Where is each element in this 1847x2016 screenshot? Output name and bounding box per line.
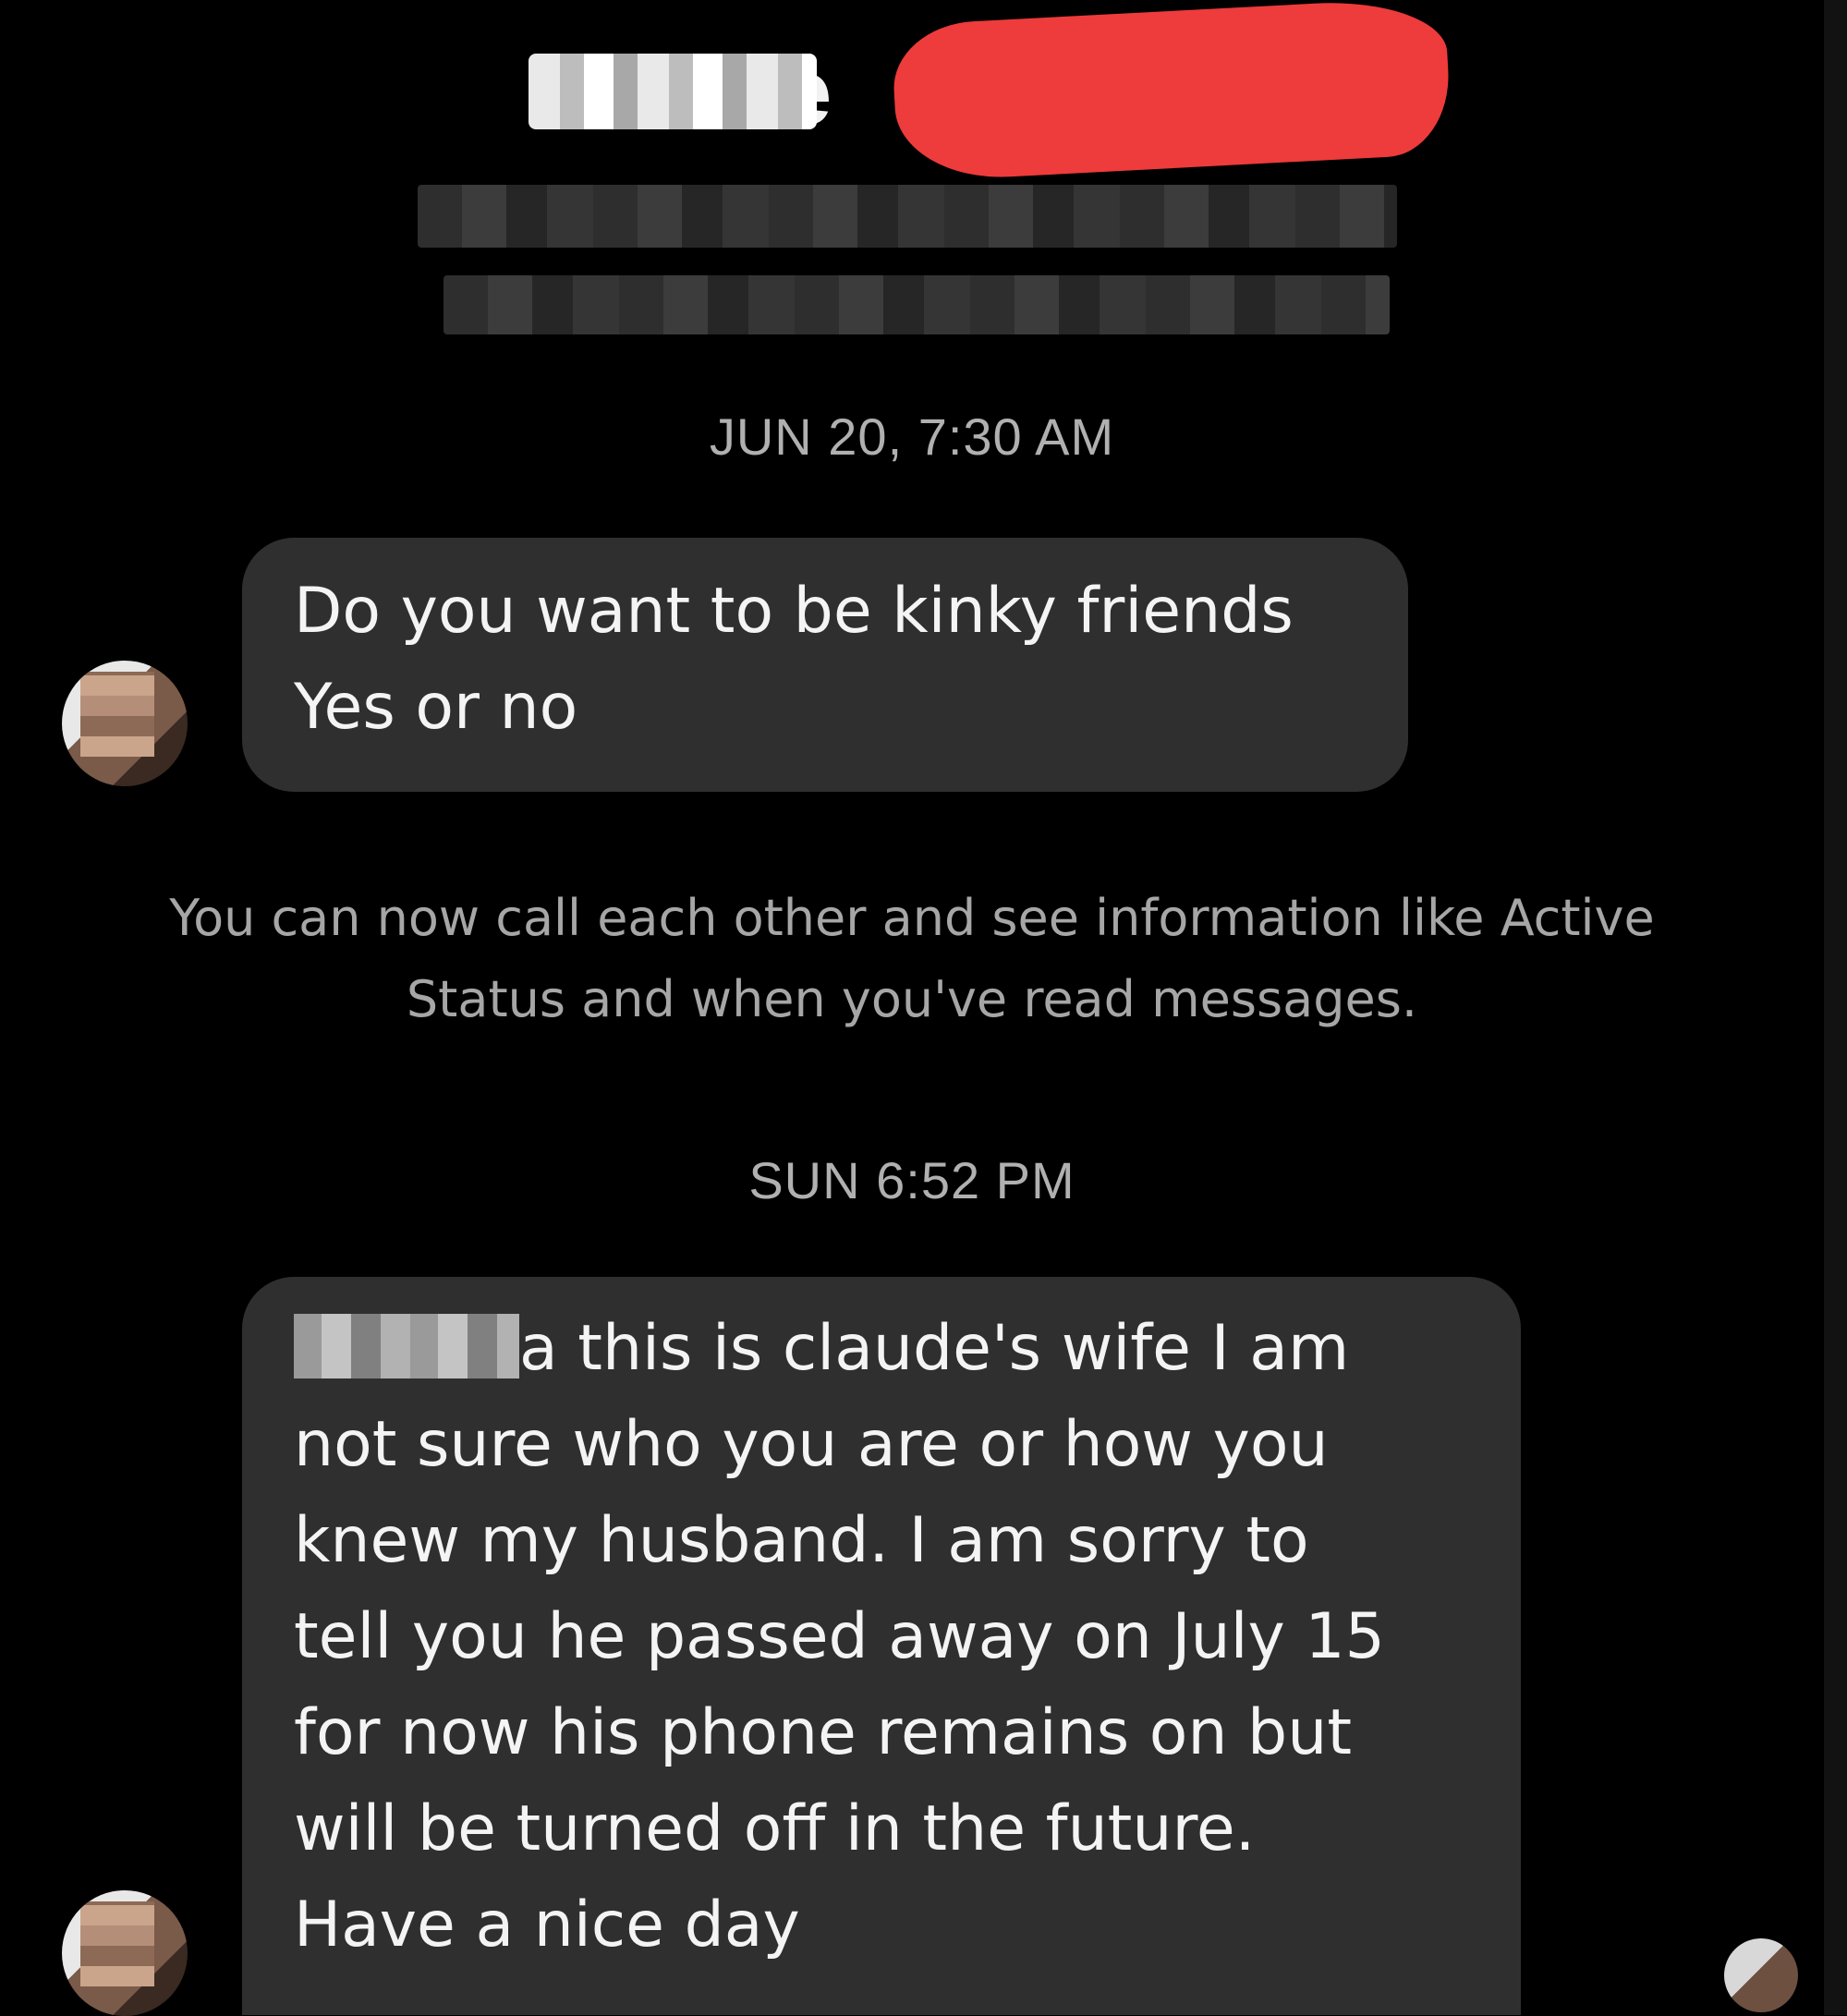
message-text-line: Do you want to be kinky friends <box>294 575 1294 648</box>
system-notice: You can now call each other and see info… <box>0 878 1824 1040</box>
sender-avatar[interactable] <box>62 1890 188 2016</box>
message-text-line: will be turned off in the future. <box>294 1792 1256 1865</box>
notice-line: You can now call each other and see info… <box>169 889 1655 947</box>
message-text-line: not sure who you are or how you <box>294 1408 1329 1481</box>
notice-line: Status and when you've read messages. <box>406 970 1418 1028</box>
message-text-fragment: a this is claude's wife I am <box>519 1312 1350 1385</box>
message-bubble-received[interactable]: a this is claude's wife I am not sure wh… <box>242 1277 1521 2015</box>
avatar-pixelation <box>80 1901 154 1986</box>
message-text-line: knew my husband. I am sorry to <box>294 1504 1309 1577</box>
avatar-pixelation <box>80 672 154 757</box>
name-redaction-scribble <box>890 0 1453 183</box>
timestamp: JUN 20, 7:30 AM <box>709 407 1115 466</box>
screen-edge <box>1824 0 1847 2015</box>
message-text-line: Have a nice day <box>294 1888 800 1961</box>
profile-location-redacted <box>418 185 1397 248</box>
name-redaction-blur <box>529 54 817 129</box>
message-bubble-received[interactable]: Do you want to be kinky friends Yes or n… <box>242 538 1408 792</box>
profile-details-redacted <box>444 275 1390 334</box>
message-text-line: for now his phone remains on but <box>294 1696 1352 1769</box>
message-text-line: tell you he passed away on July 15 <box>294 1600 1385 1673</box>
name-redaction-blur <box>294 1314 519 1379</box>
read-receipt-avatar <box>1724 1938 1798 2012</box>
sender-avatar[interactable] <box>62 661 188 786</box>
message-text-line: Yes or no <box>294 671 578 744</box>
timestamp: SUN 6:52 PM <box>748 1151 1075 1209</box>
message-text-line: a this is claude's wife I am <box>294 1301 1469 1397</box>
